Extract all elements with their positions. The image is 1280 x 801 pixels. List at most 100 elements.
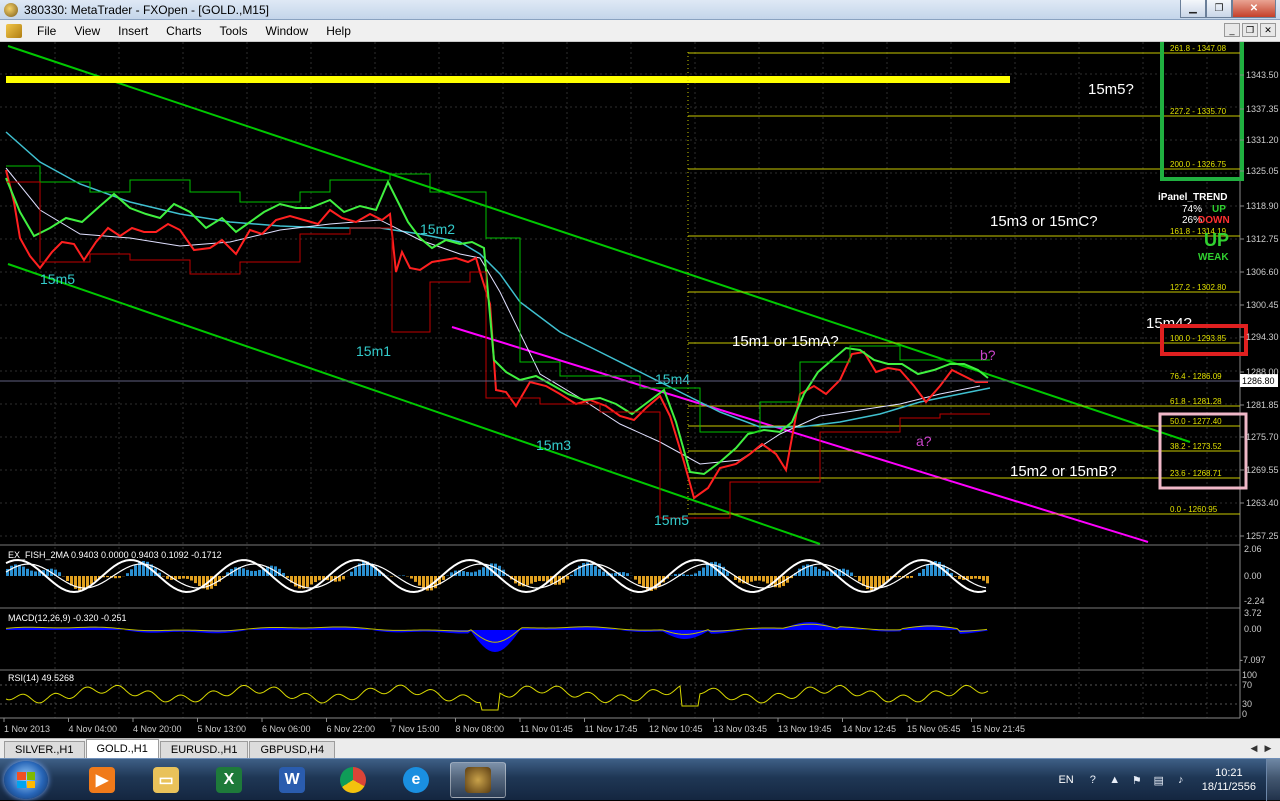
fisher-bar xyxy=(178,576,181,579)
wave-label-b-q: b? xyxy=(980,347,996,363)
fisher-bar xyxy=(674,574,677,576)
menu-tools[interactable]: Tools xyxy=(211,24,257,38)
price-axis-label: 1269.55 xyxy=(1246,465,1279,475)
menu-view[interactable]: View xyxy=(65,24,109,38)
fisher-bar xyxy=(22,567,25,576)
macd-axis-mid: 0.00 xyxy=(1244,624,1262,634)
fisher-bar xyxy=(622,572,625,576)
mdi-minimize-button[interactable]: _ xyxy=(1224,23,1240,37)
language-indicator[interactable]: EN xyxy=(1058,774,1073,786)
minimize-button[interactable]: ▁ xyxy=(1180,0,1206,18)
tab-eurusd[interactable]: EURUSD.,H1 xyxy=(160,741,249,758)
wave-label-15m5-bottom: 15m5 xyxy=(654,512,689,528)
fisher-bar xyxy=(970,576,973,579)
wave-label-15m1: 15m1 xyxy=(356,343,391,359)
rsi-axis-70: 70 xyxy=(1242,680,1252,690)
taskbar-media-player[interactable]: ▶ xyxy=(74,762,130,798)
fisher-bar xyxy=(126,573,129,576)
fisher-bar xyxy=(746,576,749,583)
internet-explorer-icon: e xyxy=(403,767,429,793)
tray-arrow-icon[interactable]: ▲ xyxy=(1108,773,1122,787)
rsi-line xyxy=(6,685,988,710)
fisher-bar xyxy=(310,576,313,584)
start-button[interactable] xyxy=(4,761,48,799)
price-axis-label: 1337.35 xyxy=(1246,104,1279,114)
taskbar-word[interactable]: W xyxy=(264,762,320,798)
fisher-bar xyxy=(978,576,981,579)
fisher-bar xyxy=(286,576,289,578)
chart-window-icon[interactable] xyxy=(6,24,22,38)
fisher-bar xyxy=(538,576,541,581)
tab-gold[interactable]: GOLD.,H1 xyxy=(86,739,159,758)
fisher-bar xyxy=(802,566,805,576)
tab-silver[interactable]: SILVER.,H1 xyxy=(4,741,85,758)
tab-scroll-left-icon[interactable]: ◀ xyxy=(1248,742,1260,754)
price-axis-label: 1300.45 xyxy=(1246,300,1279,310)
rsi-axis-0: 0 xyxy=(1242,709,1247,719)
chrome-icon xyxy=(340,767,366,793)
fisher-bar xyxy=(858,576,861,581)
volume-icon[interactable]: ♪ xyxy=(1174,773,1188,787)
time-axis-label: 15 Nov 21:45 xyxy=(972,724,1026,734)
fisher-bar xyxy=(850,573,853,576)
taskbar-internet-explorer[interactable]: e xyxy=(388,762,444,798)
fisher-bar xyxy=(342,576,345,579)
menu-insert[interactable]: Insert xyxy=(109,24,157,38)
wave-label-15m1-or-15ma: 15m1 or 15mA? xyxy=(732,333,839,350)
menu-help[interactable]: Help xyxy=(317,24,360,38)
fisher-bar xyxy=(634,576,637,580)
price-axis-label: 1275.70 xyxy=(1246,432,1279,442)
fib-level-label: 127.2 - 1302.80 xyxy=(1170,283,1227,292)
system-clock[interactable]: 10:21 18/11/2556 xyxy=(1202,766,1256,794)
menu-window[interactable]: Window xyxy=(257,24,318,38)
macd-axis-top: 3.72 xyxy=(1244,608,1262,618)
price-axis-label: 1343.50 xyxy=(1246,70,1279,80)
white-moving-average xyxy=(6,168,980,464)
chart-window[interactable]: 261.8 - 1347.08227.2 - 1335.70200.0 - 13… xyxy=(0,42,1280,738)
show-desktop-button[interactable] xyxy=(1266,759,1280,801)
tab-gbpusd[interactable]: GBPUSD,H4 xyxy=(249,741,335,758)
fisher-bar xyxy=(974,576,977,579)
action-center-flag-icon[interactable]: ⚑ xyxy=(1130,773,1144,787)
macd-pane: MACD(12,26,9) -0.320 -0.251 3.72 0.00 -7… xyxy=(6,608,1266,665)
time-axis-label: 4 Nov 04:00 xyxy=(69,724,118,734)
price-axis-label: 1325.05 xyxy=(1246,166,1279,176)
fisher-bar xyxy=(306,576,309,587)
taskbar-metatrader[interactable] xyxy=(450,762,506,798)
word-icon: W xyxy=(279,767,305,793)
chart-canvas[interactable]: 261.8 - 1347.08227.2 - 1335.70200.0 - 13… xyxy=(0,42,1280,738)
fisher-bar xyxy=(626,573,629,576)
wave-label-15m5-left: 15m5 xyxy=(40,271,75,287)
menu-charts[interactable]: Charts xyxy=(157,24,210,38)
mdi-close-button[interactable]: ✕ xyxy=(1260,23,1276,37)
network-icon[interactable]: ▤ xyxy=(1152,773,1166,787)
price-axis-label: 1288.00 xyxy=(1246,367,1279,377)
fisher-bar xyxy=(314,576,317,582)
taskbar-excel[interactable]: X xyxy=(201,762,257,798)
fisher-bar xyxy=(194,576,197,583)
help-icon[interactable]: ? xyxy=(1086,773,1100,787)
fisher-bar xyxy=(410,576,413,579)
mdi-restore-button[interactable]: ❐ xyxy=(1242,23,1258,37)
fisher-bar xyxy=(246,570,249,576)
close-button[interactable]: ✕ xyxy=(1232,0,1276,18)
clock-time: 10:21 xyxy=(1202,766,1256,780)
taskbar-chrome[interactable] xyxy=(325,762,381,798)
fib-level-label: 227.2 - 1335.70 xyxy=(1170,107,1227,116)
red-price-line xyxy=(6,170,988,498)
rsi-pane: RSI(14) 49.5268 100 70 30 0 xyxy=(0,670,1257,719)
price-axis-label: 1281.85 xyxy=(1246,400,1279,410)
fisher-bar xyxy=(470,572,473,576)
fisher-bar xyxy=(90,576,93,584)
wave-label-a-q: a? xyxy=(916,433,932,449)
ipanel-big-up: UP xyxy=(1204,230,1229,250)
current-price-value: 1286.80 xyxy=(1242,376,1275,386)
tab-scroll-right-icon[interactable]: ▶ xyxy=(1262,742,1274,754)
maximize-button[interactable]: ❐ xyxy=(1206,0,1232,18)
fisher-bar xyxy=(242,568,245,576)
menu-file[interactable]: File xyxy=(28,24,65,38)
macd-indicator-label: MACD(12,26,9) -0.320 -0.251 xyxy=(8,613,127,623)
wave-label-15m3: 15m3 xyxy=(536,437,571,453)
taskbar-explorer[interactable]: ▭ xyxy=(138,762,194,798)
fisher-bar xyxy=(926,565,929,576)
